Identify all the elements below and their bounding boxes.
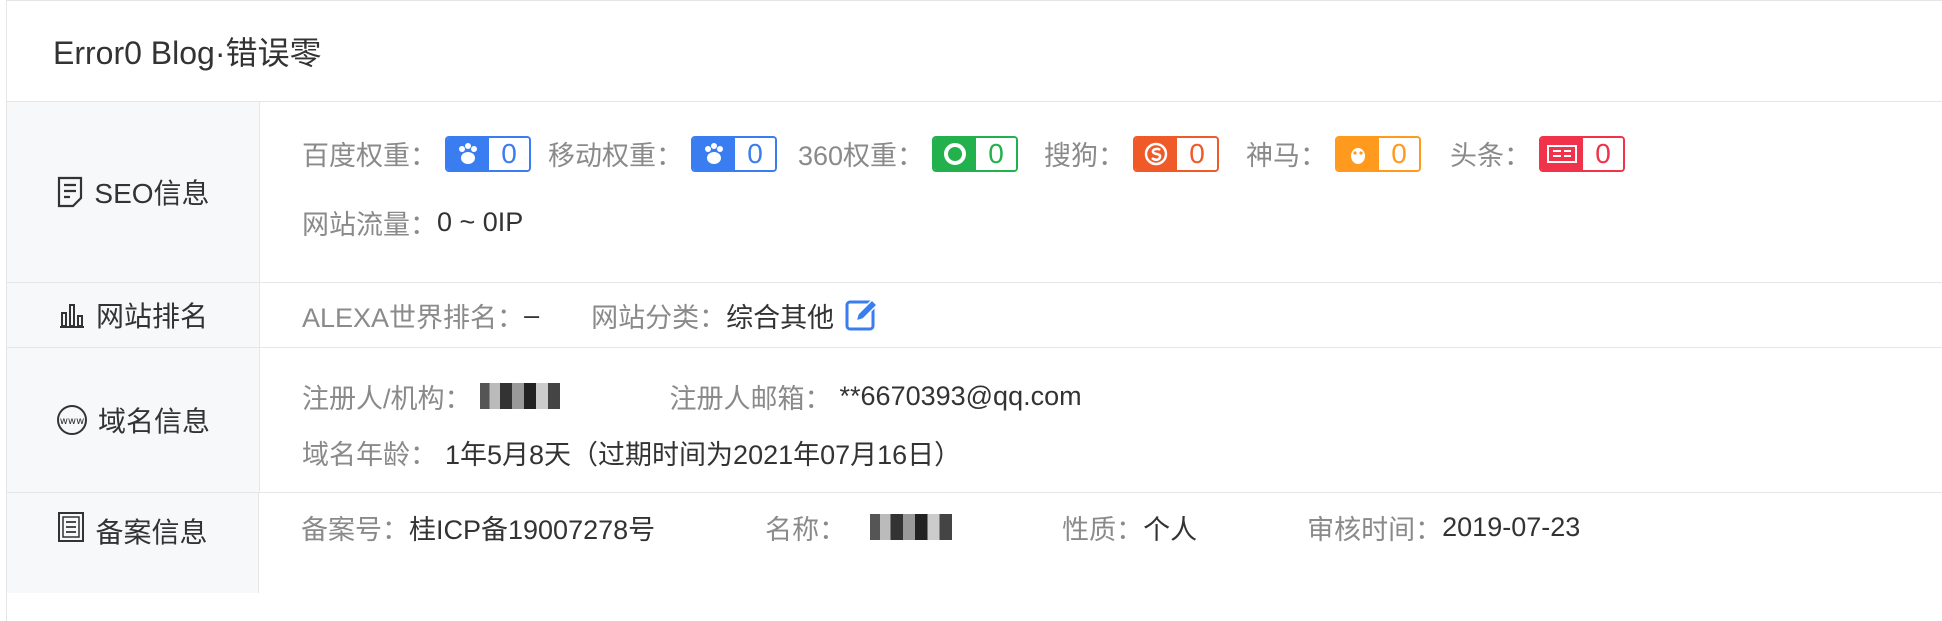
alexa-value: –	[524, 299, 540, 330]
document-icon	[58, 176, 83, 208]
360-icon	[934, 137, 977, 170]
category-value: 综合其他	[726, 302, 835, 333]
baidu-mobile-icon	[693, 137, 735, 170]
domain-age-label: 域名年龄：	[302, 439, 437, 470]
seo-row-head: SEO信息	[7, 102, 260, 282]
registrant-label: 注册人/机构：	[302, 383, 472, 414]
rank-row-head: 网站排名	[7, 283, 260, 347]
shenma-badge[interactable]: 0	[1335, 135, 1421, 172]
registrant-line: 注册人/机构： 注册人邮箱： **6670393@qq.com	[302, 372, 1082, 420]
baidu-weight-label: 百度权重：	[302, 141, 437, 171]
baidu-weight-value: 0	[489, 137, 529, 170]
seo-item-toutiao: 头条： 0	[1450, 134, 1625, 173]
svg-text:www: www	[60, 416, 85, 427]
rank-head-label: 网站排名	[95, 301, 208, 332]
toutiao-badge[interactable]: 0	[1539, 135, 1625, 172]
icp-audit-value: 2019-07-23	[1442, 511, 1581, 542]
icp-row-head: 备案信息	[7, 493, 259, 593]
domain-row: www 域名信息 注册人/机构： 注册人邮箱： **6670393@qq.com…	[7, 348, 1942, 493]
sogou-label: 搜狗：	[1044, 141, 1125, 171]
360-weight-badge[interactable]: 0	[932, 135, 1019, 172]
icp-audit-label: 审核时间：	[1307, 514, 1443, 545]
icp-name-label: 名称：	[765, 514, 847, 545]
mobile-weight-badge[interactable]: 0	[691, 135, 777, 172]
rank-row: 网站排名 ALEXA世界排名： – 网站分类： 综合其他	[7, 283, 1942, 348]
icp-number-label: 备案号：	[301, 514, 409, 545]
traffic-label: 网站流量：	[302, 209, 437, 240]
registrant-redacted	[479, 383, 560, 409]
domain-age-value: 1年5月8天（过期时间为2021年07月16日）	[445, 439, 962, 470]
baidu-paw-icon	[447, 137, 489, 170]
seo-row: SEO信息 百度权重： 0 移动权重： 0 360权重： 0 搜狗： 0 神马：…	[7, 102, 1942, 283]
rank-row-body: ALEXA世界排名： – 网站分类： 综合其他	[260, 283, 1942, 347]
traffic-value: 0 ~ 0IP	[437, 206, 524, 237]
mobile-weight-value: 0	[735, 137, 775, 170]
domain-row-body: 注册人/机构： 注册人邮箱： **6670393@qq.com 域名年龄： 1年…	[260, 348, 1942, 492]
icp-head-label: 备案信息	[95, 517, 208, 548]
seo-item-baidu: 百度权重： 0	[302, 134, 531, 173]
alexa-label: ALEXA世界排名：	[302, 302, 525, 333]
bar-chart-icon	[59, 304, 84, 328]
traffic-line: 网站流量： 0 ~ 0IP	[302, 202, 523, 242]
domain-age-line: 域名年龄： 1年5月8天（过期时间为2021年07月16日）	[302, 428, 961, 476]
360-weight-label: 360权重：	[798, 141, 925, 171]
seo-head-label: SEO信息	[94, 178, 210, 209]
seo-item-360: 360权重： 0	[798, 134, 1019, 173]
shenma-icon	[1337, 137, 1379, 170]
icp-type-label: 性质：	[1062, 514, 1144, 545]
sogou-icon	[1135, 137, 1177, 170]
category-label: 网站分类：	[591, 302, 727, 333]
domain-head-label: 域名信息	[97, 406, 210, 437]
shenma-label: 神马：	[1246, 141, 1327, 171]
seo-item-mobile: 移动权重： 0	[548, 134, 777, 173]
www-globe-icon: www	[56, 405, 87, 435]
icp-type-value: 个人	[1143, 514, 1198, 545]
toutiao-icon	[1541, 137, 1583, 170]
seo-item-sogou: 搜狗： 0	[1044, 134, 1219, 173]
email-label: 注册人邮箱：	[669, 383, 832, 414]
icp-name-redacted	[870, 514, 953, 540]
email-value: **6670393@qq.com	[839, 380, 1082, 411]
seo-row-body: 百度权重： 0 移动权重： 0 360权重： 0 搜狗： 0 神马： 0 头条：…	[260, 102, 1942, 282]
baidu-weight-badge[interactable]: 0	[445, 135, 531, 172]
toutiao-label: 头条：	[1450, 141, 1531, 171]
edit-icon[interactable]	[844, 297, 880, 333]
record-list-icon	[58, 512, 85, 542]
toutiao-value: 0	[1583, 137, 1623, 170]
rank-line: ALEXA世界排名： – 网站分类： 综合其他	[302, 283, 1942, 347]
site-info-panel: Error0 Blog·错误零 SEO信息 百度权重： 0 移动权重： 0 36…	[6, 0, 1942, 621]
sogou-value: 0	[1177, 137, 1217, 170]
360-weight-value: 0	[976, 137, 1017, 170]
mobile-weight-label: 移动权重：	[548, 141, 683, 171]
page-title: Error0 Blog·错误零	[7, 1, 1942, 102]
icp-row-body: 备案号： 桂ICP备19007278号 名称： 性质： 个人 审核时间： 201…	[259, 493, 1942, 593]
sogou-badge[interactable]: 0	[1133, 135, 1219, 172]
seo-item-shenma: 神马： 0	[1246, 134, 1421, 173]
domain-row-head: www 域名信息	[7, 348, 260, 492]
icp-number-value[interactable]: 桂ICP备19007278号	[409, 508, 655, 547]
icp-row: 备案信息 备案号： 桂ICP备19007278号 名称： 性质： 个人 审核时间…	[7, 493, 1942, 593]
icp-line: 备案号： 桂ICP备19007278号 名称： 性质： 个人 审核时间： 201…	[301, 503, 1580, 551]
shenma-value: 0	[1379, 137, 1419, 170]
